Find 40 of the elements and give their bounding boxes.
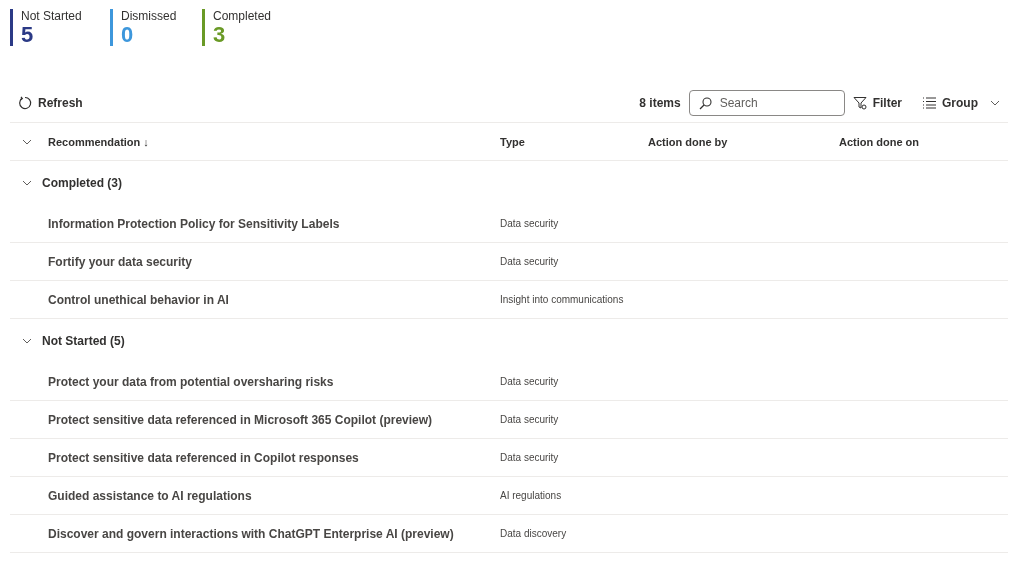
stat-label: Completed: [213, 9, 273, 24]
type-cell-text: Data discovery: [500, 528, 568, 539]
type-cell-text: Data security: [500, 376, 560, 387]
chevron-icon[interactable]: [22, 336, 32, 346]
type-cell-text: AI regulations: [500, 490, 563, 501]
recommendation-cell[interactable]: Fortify your data security: [48, 254, 500, 269]
stat-label: Dismissed: [121, 9, 178, 24]
stat-label: Not Started: [21, 9, 83, 24]
stat-value: 5: [21, 24, 35, 46]
recommendation-cell[interactable]: Protect sensitive data referenced in Copilot responses: [48, 450, 500, 465]
recommendation-cell[interactable]: Discover and govern interactions with ChatGPT Enterprise AI (preview): [48, 526, 500, 541]
search-field[interactable]: Search: [688, 90, 845, 116]
column-header[interactable]: Recommendation ↓: [48, 135, 500, 148]
type-cell-text: Data security: [500, 452, 560, 463]
search-icon: [698, 97, 712, 110]
type-cell-text: Insight into communications: [500, 294, 625, 305]
column-header[interactable]: Type: [500, 135, 648, 148]
chevron-icon: [990, 98, 1000, 108]
recommendation-cell[interactable]: Information Protection Policy for Sensitivity Labels: [48, 216, 500, 231]
refresh-icon: [18, 96, 32, 110]
type-cell-text: Data security: [500, 414, 560, 425]
column-header[interactable]: Action done on: [839, 135, 1008, 148]
recommendation-cell[interactable]: Control unethical behavior in AI: [48, 292, 500, 307]
type-cell-text: Data security: [500, 256, 560, 267]
group-header[interactable]: Completed (3): [42, 176, 122, 190]
column-header[interactable]: Action done by: [648, 135, 839, 148]
filter-icon: [852, 96, 867, 110]
recommendation-cell[interactable]: Guided assistance to AI regulations: [48, 488, 500, 503]
recommendation-cell[interactable]: Protect sensitive data referenced in Microsoft 365 Copilot (preview): [48, 412, 500, 427]
type-cell-text: Data security: [500, 218, 560, 229]
chevron-icon[interactable]: [22, 178, 32, 188]
item-count: 8 items: [639, 96, 681, 110]
filter-button[interactable]: Filter: [852, 96, 902, 110]
group-header[interactable]: Not Started (5): [42, 334, 125, 348]
list-icon: [922, 97, 936, 109]
group-button[interactable]: Group: [922, 96, 1000, 110]
refresh-button[interactable]: Refresh: [18, 96, 83, 110]
recommendation-cell[interactable]: Protect your data from potential oversharing risks: [48, 374, 500, 389]
stat-value: 3: [213, 24, 226, 46]
stat-value: 0: [121, 24, 135, 46]
